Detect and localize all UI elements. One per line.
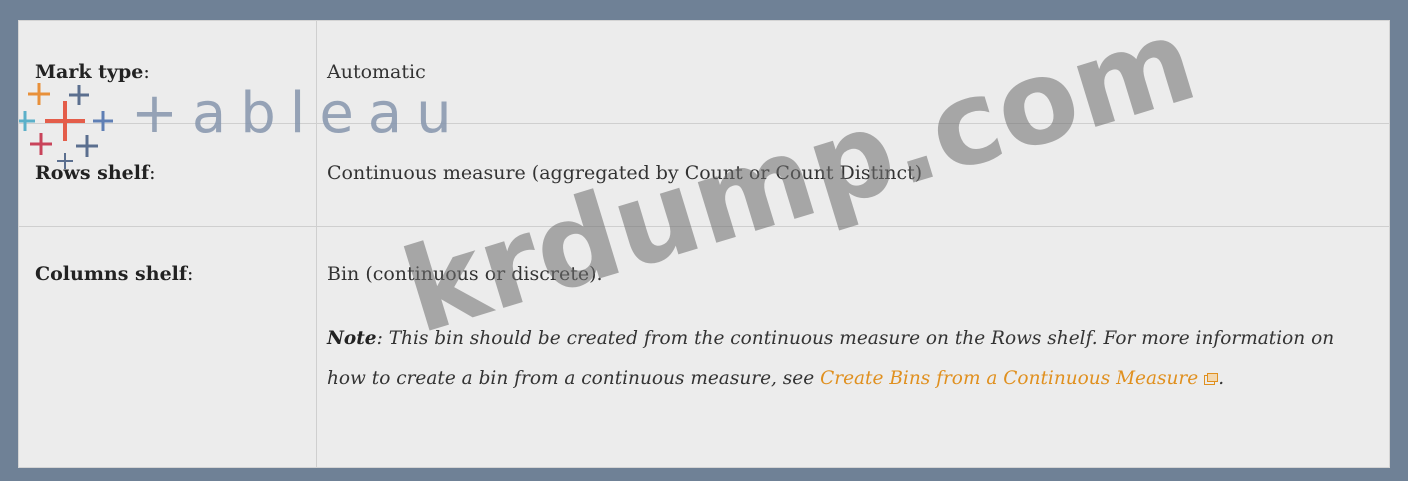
row-divider (19, 226, 1389, 227)
mark-type-label: Mark type: (35, 61, 150, 83)
columns-shelf-value: Bin (continuous or discrete). (327, 263, 603, 285)
mark-type-value: Automatic (327, 61, 426, 83)
note-suffix: . (1218, 368, 1225, 389)
note-paragraph: Note: This bin should be created from th… (327, 319, 1367, 399)
image-frame: Mark type: Automatic Rows shelf: Continu… (8, 0, 1396, 473)
shelf-table: Mark type: Automatic Rows shelf: Continu… (18, 0, 1390, 468)
tableau-logo-icon (19, 83, 113, 169)
create-bins-link[interactable]: Create Bins from a Continuous Measure (820, 368, 1198, 389)
note-prefix: Note (327, 328, 377, 349)
external-link-icon[interactable] (1204, 373, 1219, 385)
columns-shelf-label: Columns shelf: (35, 263, 194, 285)
